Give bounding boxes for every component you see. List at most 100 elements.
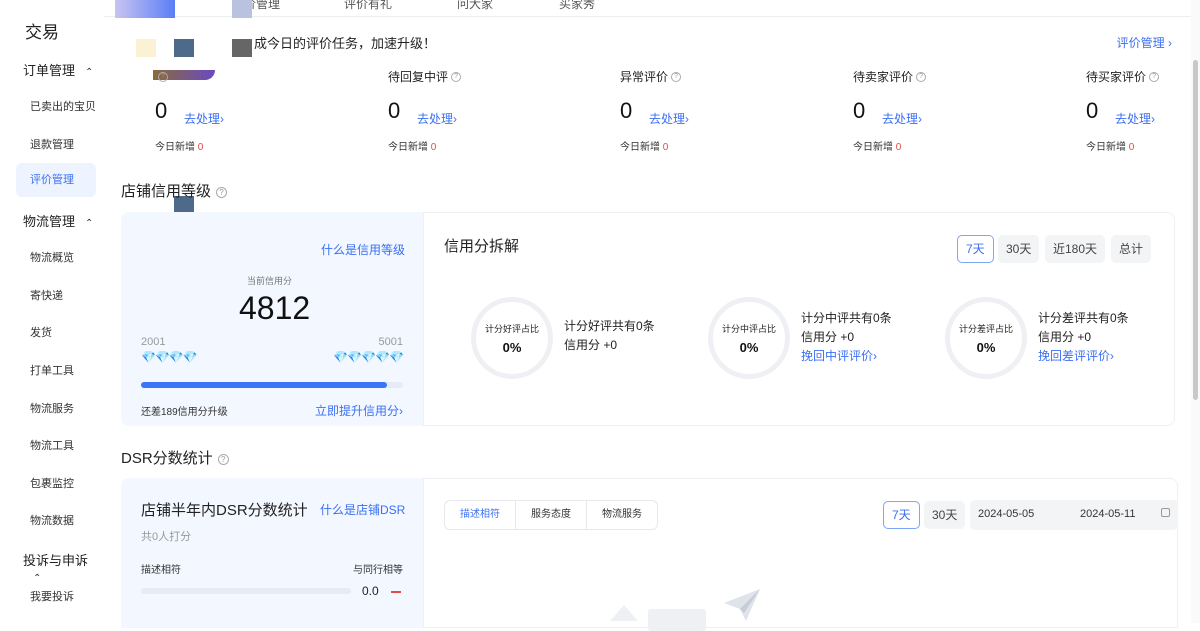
empty-illustration: [648, 609, 706, 631]
help-icon[interactable]: ?: [158, 71, 168, 82]
stat-card-pending-neutral: 待回复中评? 0 去处理› 今日新增 0: [388, 68, 588, 153]
period-30d[interactable]: 30天: [998, 235, 1040, 263]
process-link[interactable]: 去处理›: [882, 110, 922, 127]
process-link[interactable]: 去处理›: [184, 110, 224, 127]
sidebar-group-label: 订单管理: [23, 63, 76, 78]
what-is-dsr-link[interactable]: 什么是店铺DSR: [320, 501, 405, 518]
sidebar-group-orders[interactable]: 订单管理 ⌃: [23, 60, 93, 79]
stat-count: 0: [155, 98, 168, 123]
sidebar-group-label: 投诉与申诉: [23, 553, 89, 568]
process-link[interactable]: 去处理›: [649, 110, 689, 127]
sidebar-item-logistics-tools[interactable]: 物流工具: [30, 437, 74, 453]
dsr-section-title: DSR分数统计?: [121, 447, 229, 468]
neutral-review-info: 计分中评共有0条 信用分 +0 挽回中评评价›: [801, 309, 892, 366]
date-from: 2024-05-05: [978, 508, 1035, 520]
period-7d[interactable]: 7天: [957, 235, 994, 263]
breakdown-title: 信用分拆解: [444, 238, 520, 255]
sidebar-item-logistics-overview[interactable]: 物流概览: [30, 249, 74, 265]
stat-label: 待回复中评: [388, 70, 449, 84]
range-low: 2001: [141, 336, 166, 348]
tab-logistics[interactable]: 物流服务: [586, 501, 657, 529]
sidebar-item-parcel-monitor[interactable]: 包裹监控: [30, 475, 74, 491]
tab-description[interactable]: 描述相符: [445, 501, 515, 529]
stat-count: 0: [853, 98, 866, 123]
process-link[interactable]: 去处理›: [417, 110, 457, 127]
empty-illustration-peak: [610, 605, 638, 621]
today-new: 今日新增 0: [1086, 142, 1135, 153]
today-new: 今日新增 0: [620, 142, 669, 153]
current-credit-label: 当前信用分: [247, 276, 293, 286]
credit-level-card: 什么是信用等级 当前信用分 4812 2001 5001 💎💎💎💎 💎💎💎💎💎 …: [121, 212, 423, 426]
credit-progress-bar: [141, 382, 403, 388]
help-icon[interactable]: ?: [916, 71, 927, 82]
period-180d[interactable]: 近180天: [1045, 235, 1106, 263]
help-icon[interactable]: ?: [216, 186, 228, 198]
scrollbar-thumb[interactable]: [1193, 60, 1198, 400]
good-review-info: 计分好评共有0条 信用分 +0: [564, 319, 655, 352]
sidebar-item-logistics-service[interactable]: 物流服务: [30, 400, 74, 416]
tab-review-gift[interactable]: 评价有礼: [344, 0, 392, 12]
task-notice: 成今日的评价任务，加速升级！: [254, 36, 437, 51]
sidebar-item-ship[interactable]: 发货: [30, 324, 52, 340]
sidebar-title: 交易: [25, 23, 59, 42]
stat-label: 待买家评价: [1086, 70, 1147, 84]
sidebar-item-refund[interactable]: 退款管理: [30, 136, 74, 152]
chevron-up-icon: ⌃: [85, 218, 94, 229]
today-new: 今日新增 0: [388, 142, 437, 153]
recover-neutral-link[interactable]: 挽回中评评价›: [801, 347, 892, 366]
review-manage-link[interactable]: 评价管理 ›: [1117, 34, 1172, 51]
dsr-panel-title: 店铺半年内DSR分数统计: [141, 502, 308, 519]
stat-label: 待卖家评价: [853, 70, 914, 84]
period-total[interactable]: 总计: [1111, 235, 1152, 263]
diamond-icon: 💎💎💎💎: [141, 350, 198, 364]
recover-bad-link[interactable]: 挽回差评评价›: [1038, 347, 1129, 366]
dsr-period-7d[interactable]: 7天: [883, 501, 920, 529]
sidebar-item-complain[interactable]: 我要投诉: [30, 588, 74, 604]
date-range-picker[interactable]: 2024-05-05 2024-05-11: [970, 500, 1178, 530]
sidebar-group-complaints[interactable]: 投诉与申诉 ⌃: [23, 550, 104, 584]
sidebar-group-label: 物流管理: [23, 214, 76, 229]
stat-count: 0: [388, 98, 401, 123]
stat-card-buyer-review: 待买家评价? 0 去处理› 今日新增 0: [1086, 68, 1176, 153]
dsr-period-30d[interactable]: 30天: [924, 501, 966, 529]
diamond-icon: 💎💎💎💎💎: [333, 350, 404, 364]
stat-card-pending-reply: ? 0 去处理› 今日新增 0: [155, 68, 355, 153]
process-link[interactable]: 去处理›: [1115, 110, 1155, 127]
credit-section-title: 店铺信用等级?: [121, 180, 228, 201]
calendar-icon: [1161, 508, 1170, 517]
bad-review-info: 计分差评共有0条 信用分 +0 挽回差评评价›: [1038, 309, 1129, 366]
credit-breakdown-card: 信用分拆解 7天 30天 近180天 总计 计分好评占比 0% 计分好评共有0条…: [423, 212, 1175, 426]
improve-credit-link[interactable]: 立即提升信用分›: [315, 402, 403, 419]
what-is-credit-link[interactable]: 什么是信用等级: [321, 241, 405, 258]
help-icon[interactable]: ?: [671, 71, 682, 82]
sidebar-item-reviews[interactable]: 评价管理: [16, 163, 96, 197]
tab-ask-all[interactable]: 问大家: [457, 0, 493, 12]
tab-buyer-show[interactable]: 买家秀: [559, 0, 595, 12]
credit-progress-fill: [141, 382, 388, 388]
credit-score: 4812: [239, 290, 311, 326]
sidebar-item-sold[interactable]: 已卖出的宝贝: [30, 98, 96, 114]
sidebar-item-logistics-data[interactable]: 物流数据: [30, 512, 74, 528]
sidebar-item-print-tool[interactable]: 打单工具: [30, 362, 74, 378]
dsr-metric-tabs: 描述相符 服务态度 物流服务: [444, 500, 658, 530]
stat-card-abnormal: 异常评价? 0 去处理› 今日新增 0: [620, 68, 820, 153]
neutral-review-ring: 计分中评占比 0%: [708, 297, 790, 379]
chevron-up-icon: ⌃: [33, 573, 42, 584]
bad-review-ring: 计分差评占比 0%: [945, 297, 1027, 379]
chevron-up-icon: ⌃: [85, 67, 94, 78]
dsr-bar: [141, 588, 351, 594]
stat-count: 0: [620, 98, 633, 123]
today-new: 今日新增 0: [853, 142, 902, 153]
paper-plane-icon: [724, 589, 760, 621]
sidebar-group-logistics[interactable]: 物流管理 ⌃: [23, 211, 93, 230]
help-icon[interactable]: ?: [1149, 71, 1160, 82]
help-icon[interactable]: ?: [217, 453, 229, 465]
tab-service[interactable]: 服务态度: [515, 501, 586, 529]
range-high: 5001: [378, 336, 403, 348]
sidebar-item-send-express[interactable]: 寄快递: [30, 287, 63, 303]
today-new: 今日新增 0: [155, 142, 204, 153]
dsr-trend-card: 描述相符 服务态度 物流服务 7天 30天 2024-05-05 2024-05…: [423, 478, 1178, 631]
top-tabs: 价管理 评价有礼 问大家 买家秀: [104, 0, 1194, 17]
help-icon[interactable]: ?: [451, 71, 462, 82]
stat-label: 异常评价: [620, 70, 669, 84]
